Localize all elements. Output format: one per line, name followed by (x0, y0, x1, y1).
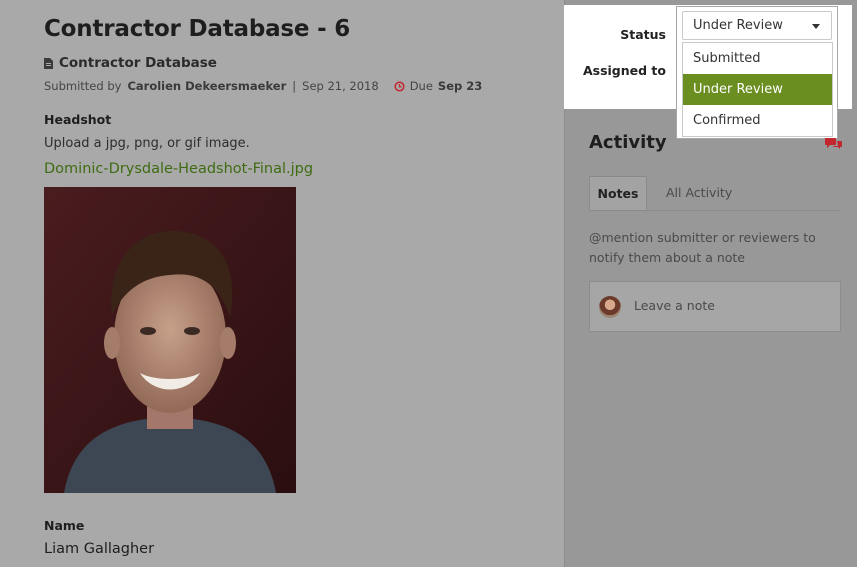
headshot-image (44, 187, 296, 493)
due-date: Sep 23 (437, 79, 483, 93)
submitted-by-label: Submitted by (44, 79, 122, 93)
name-value: Liam Gallagher (44, 541, 155, 557)
status-dropdown-menu: Submitted Under Review Confirmed (682, 42, 833, 137)
document-icon (44, 57, 53, 69)
comments-icon[interactable] (825, 137, 842, 150)
form-name-label: Contractor Database (59, 55, 217, 71)
status-option-confirmed[interactable]: Confirmed (683, 105, 832, 136)
clock-icon (394, 80, 405, 92)
submitted-date: Sep 21, 2018 (302, 79, 379, 93)
submission-main-panel: Contractor Database - 6 Contractor Datab… (0, 0, 564, 567)
tab-all-activity[interactable]: All Activity (666, 176, 732, 210)
assigned-to-label: Assigned to (582, 63, 666, 78)
mention-help-text: @mention submitter or reviewers to notif… (589, 230, 816, 265)
due-date-info: Due Sep 23 (394, 79, 483, 93)
avatar (599, 296, 621, 318)
status-label: Status (620, 27, 666, 42)
due-label: Due (409, 79, 433, 93)
leave-note-input[interactable]: Leave a note (589, 281, 841, 332)
caret-down-icon (812, 24, 820, 29)
submission-meta: Submitted by Carolien Dekeersmaeker | Se… (44, 79, 482, 93)
headshot-label: Headshot (44, 112, 112, 127)
note-placeholder: Leave a note (634, 298, 715, 313)
activity-title: Activity (589, 132, 667, 153)
meta-separator: | (292, 79, 297, 93)
headshot-file-link[interactable]: Dominic-Drysdale-Headshot-Final.jpg (44, 161, 313, 177)
headshot-photo[interactable] (44, 187, 296, 493)
status-select[interactable]: Under Review (682, 11, 832, 40)
form-name: Contractor Database (44, 55, 217, 71)
activity-tabs: Notes All Activity (589, 176, 840, 211)
tab-notes[interactable]: Notes (589, 176, 647, 210)
status-selected-value: Under Review (693, 18, 783, 33)
submitter-name[interactable]: Carolien Dekeersmaeker (127, 79, 286, 93)
headshot-help: Upload a jpg, png, or gif image. (44, 136, 250, 151)
status-option-under-review[interactable]: Under Review (683, 74, 832, 105)
page-title: Contractor Database - 6 (44, 16, 351, 42)
status-option-submitted[interactable]: Submitted (683, 43, 832, 74)
name-label: Name (44, 518, 85, 533)
